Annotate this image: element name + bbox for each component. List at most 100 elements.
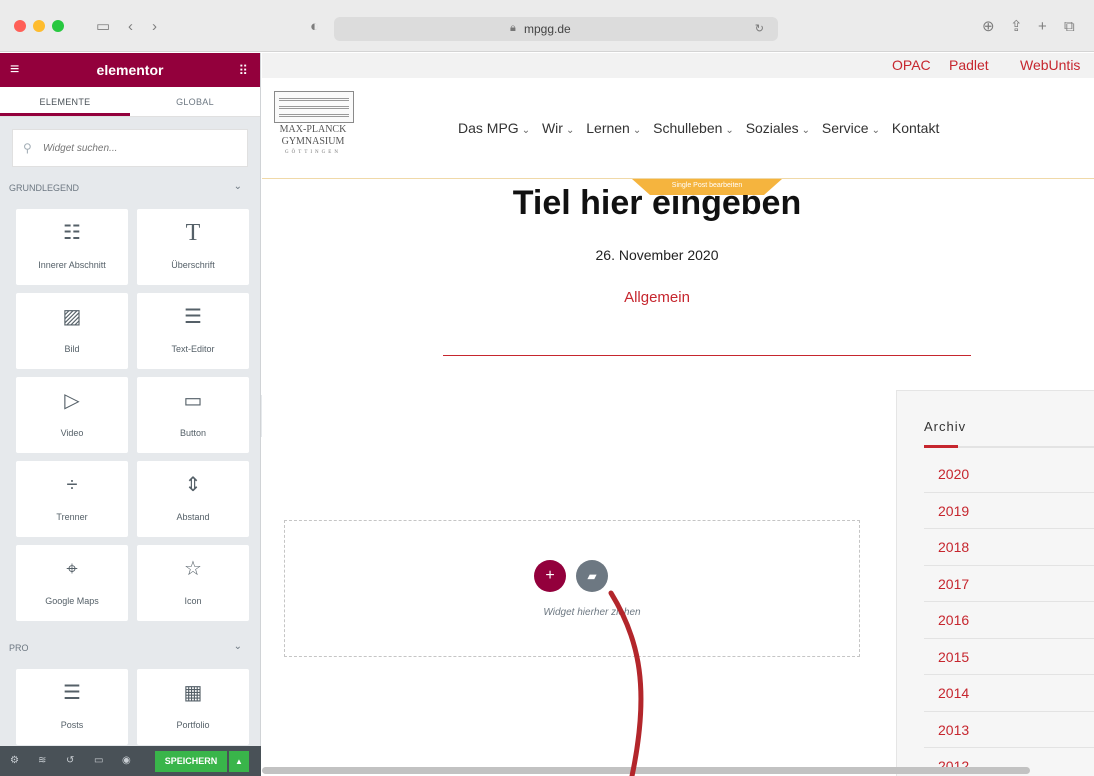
widget-label: Innerer Abschnitt [38,260,106,270]
downloads-icon[interactable]: ⊕ [982,19,995,34]
widget-label: Icon [184,596,202,606]
archive-year-link[interactable]: 2020 [924,456,1094,493]
new-tab-icon[interactable]: + [1038,19,1047,34]
header-divider [262,178,1094,179]
star-icon: ☆ [184,558,202,580]
pro-widgets-grid: ☰ Posts ▦ Portfolio [16,669,260,745]
nav-item-schulleben[interactable]: Schulleben [653,120,722,136]
back-icon[interactable]: ‹ [128,19,133,34]
save-options-button[interactable]: ▲ [229,751,249,772]
archive-year-link[interactable]: 2019 [924,493,1094,529]
archive-widget: Archiv 2020 2019 2018 2017 2016 2015 201… [896,390,1094,776]
add-section-button[interactable]: + [534,560,566,592]
responsive-icon[interactable]: ▭ [94,755,103,766]
widget-video[interactable]: ▷ Video [16,377,128,453]
top-link-padlet[interactable]: Padlet [949,57,989,73]
tab-global[interactable]: GLOBAL [130,87,260,116]
privacy-shield-icon[interactable]: ◐ [310,19,319,34]
nav-item-kontakt[interactable]: Kontakt [892,120,939,136]
widget-image[interactable]: ▨ Bild [16,293,128,369]
chevron-down-icon: ⌄ [565,125,575,136]
widget-divider[interactable]: ÷ Trenner [16,461,128,537]
widget-spacer[interactable]: ⇕ Abstand [137,461,249,537]
section-pro-header[interactable]: PRO ⌄ [0,637,260,659]
preview-icon[interactable]: ◉ [122,755,131,766]
window-minimize-button[interactable] [33,20,45,32]
top-link-webuntis[interactable]: WebUntis [1020,57,1080,73]
text-editor-icon: ☰ [184,306,202,328]
window-maximize-button[interactable] [52,20,64,32]
archive-year-link[interactable]: 2017 [924,566,1094,602]
sidebar-toggle-icon[interactable]: ▭ [96,19,110,34]
chevron-down-icon: ⌄ [233,181,242,192]
logo-line-2: GYMNASIUM [281,136,345,147]
widget-search-input[interactable] [43,130,233,166]
save-button[interactable]: SPEICHERN [155,751,227,772]
widgets-grid-icon[interactable]: ⠿ [238,63,248,79]
nav-item-soziales[interactable]: Soziales [746,120,799,136]
tab-overview-icon[interactable]: ⧉ [1064,19,1075,34]
button-icon: ▭ [183,390,203,412]
widget-icon[interactable]: ☆ Icon [137,545,249,621]
portfolio-icon: ▦ [183,682,203,704]
building-icon [274,91,354,123]
chevron-down-icon: ⌄ [725,125,734,136]
nav-item-service[interactable]: Service [822,120,869,136]
widget-text-editor[interactable]: ☰ Text-Editor [137,293,249,369]
forward-icon[interactable]: › [152,19,157,34]
post-category-link[interactable]: Allgemein [262,289,1052,306]
history-icon[interactable]: ↺ [66,755,74,766]
chevron-down-icon: ⌄ [801,125,810,136]
nav-item-das-mpg[interactable]: Das MPG [458,120,519,136]
widget-label: Überschrift [171,260,215,270]
school-logo[interactable]: MAX-PLANCK GYMNASIUM GÖTTINGEN [268,91,358,173]
browser-toolbar: ▭ ‹ › ◐ 🔒︎ mpgg.de ↻ ⊕ ⇪ + ⧉ [0,0,1094,52]
widget-google-maps[interactable]: ⌖ Google Maps [16,545,128,621]
archive-year-link[interactable]: 2018 [924,529,1094,566]
widget-label: Google Maps [45,596,99,606]
chevron-down-icon: ⌄ [871,125,880,136]
horizontal-scrollbar[interactable] [262,767,1030,774]
lock-icon: 🔒︎ [510,22,516,34]
widget-dropzone[interactable]: + ▰ Widget hierher ziehen [284,520,860,657]
logo-line-3: GÖTTINGEN [285,150,341,155]
archive-year-link[interactable]: 2015 [924,639,1094,675]
archive-list: 2020 2019 2018 2017 2016 2015 2014 2013 … [924,456,1094,776]
widget-inner-section[interactable]: ☷ Innerer Abschnitt [16,209,128,285]
section-basic-label: GRUNDLEGEND [9,183,80,193]
nav-item-lernen[interactable]: Lernen [586,120,630,136]
chevron-down-icon: ⌄ [233,641,242,652]
main-nav: Das MPG ⌄ Wir ⌄ Lernen ⌄ Schulleben ⌄ Sozial… [458,120,942,136]
widget-portfolio[interactable]: ▦ Portfolio [137,669,249,745]
widget-label: Button [179,428,207,438]
site-preview: OPAC Padlet WebUntis MAX-PLANCK GYMNASIU… [262,53,1094,776]
spacer-icon: ⇕ [184,474,202,496]
widget-label: Bild [64,344,80,354]
template-library-button[interactable]: ▰ [576,560,608,592]
section-basic-header[interactable]: GRUNDLEGEND ⌄ [0,177,260,199]
top-bar: OPAC Padlet WebUntis [262,53,1094,78]
widget-button[interactable]: ▭ Button [137,377,249,453]
top-link-opac[interactable]: OPAC [892,57,931,73]
archive-year-link[interactable]: 2013 [924,712,1094,748]
widget-heading[interactable]: T Überschrift [137,209,249,285]
tab-elements[interactable]: ELEMENTE [0,87,130,116]
address-bar[interactable]: 🔒︎ mpgg.de ↻ [334,17,778,41]
window-close-button[interactable] [14,20,26,32]
navigator-icon[interactable]: ≋ [38,755,46,766]
image-icon: ▨ [62,306,82,328]
basic-widgets-grid: ☷ Innerer Abschnitt T Überschrift ▨ Bild… [16,209,260,621]
widget-label: Video [60,428,84,438]
archive-year-link[interactable]: 2014 [924,675,1094,712]
share-icon[interactable]: ⇪ [1010,19,1023,34]
edit-single-post-ribbon[interactable]: Single Post bearbeiten [632,179,782,195]
divider-icon: ÷ [66,474,78,496]
reload-icon[interactable]: ↻ [755,22,764,35]
post-date: 26. November 2020 [595,247,719,263]
archive-year-link[interactable]: 2016 [924,602,1094,639]
panel-brand: elementor [96,62,164,78]
elementor-panel: ≡ elementor ⠿ ELEMENTE GLOBAL ⚲ GRUNDLEG… [0,53,261,776]
nav-item-wir[interactable]: Wir [542,120,563,136]
settings-icon[interactable]: ⚙ [10,755,19,766]
widget-posts[interactable]: ☰ Posts [16,669,128,745]
